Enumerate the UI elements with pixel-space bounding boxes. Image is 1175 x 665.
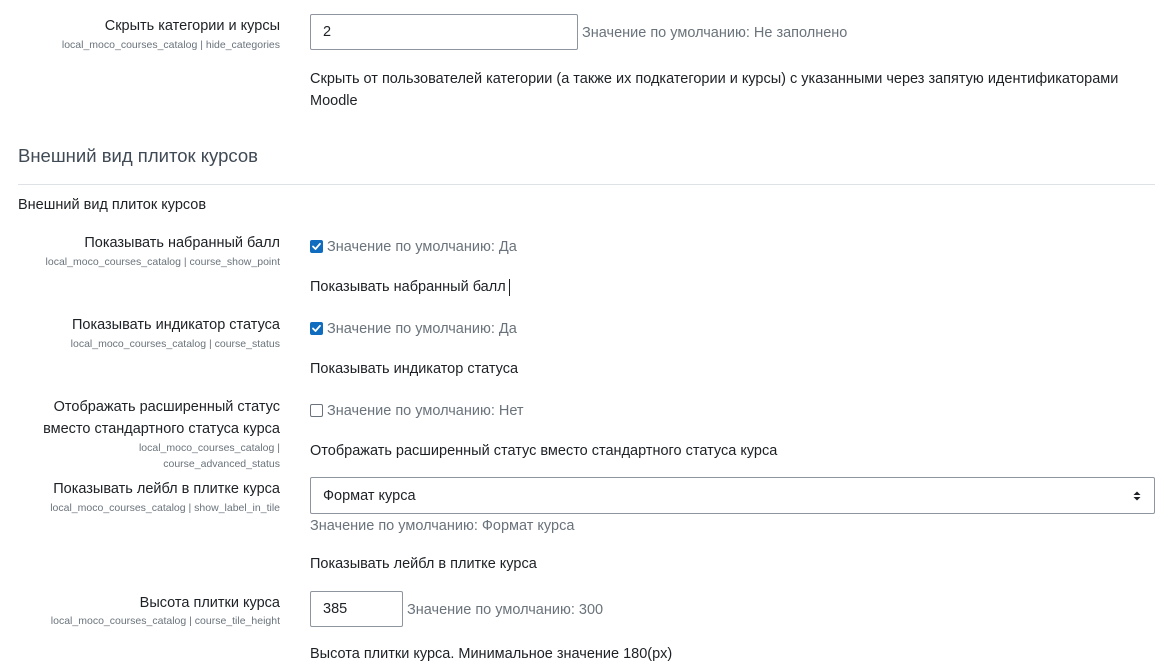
advanced-status-key-line1: local_moco_courses_catalog | [138,442,280,454]
tile-height-default: Значение по умолчанию: 300 [407,602,604,618]
course-status-description: Показывать индикатор статуса [310,361,519,377]
show-point-checkbox-icon[interactable] [310,240,323,253]
hide-categories-input[interactable]: 2 [310,14,578,50]
hide-categories-label: Скрыть категории и курсы [104,18,280,34]
hide-categories-description: Скрыть от пользователей категории (а так… [310,68,1170,112]
hide-categories-description-line1: Скрыть от пользователей категории (а так… [310,71,1119,87]
advanced-status-key-line2: course_advanced_status [163,458,280,470]
show-label-description: Показывать лейбл в плитке курса [310,556,537,572]
tile-height-label: Высота плитки курса [139,595,280,611]
advanced-status-key: local_moco_courses_catalog | course_adva… [18,440,280,472]
show-point-default: Значение по умолчанию: Да [327,239,517,255]
course-status-checkbox-icon[interactable] [310,322,323,335]
course-status-default: Значение по умолчанию: Да [327,321,517,337]
show-point-key: local_moco_courses_catalog | course_show… [45,256,280,268]
hide-categories-default: Значение по умолчанию: Не заполнено [582,25,848,41]
show-label-label: Показывать лейбл в плитке курса [53,481,280,497]
show-label-key: local_moco_courses_catalog | show_label_… [50,502,280,514]
course-status-label: Показывать индикатор статуса [71,317,280,333]
section-subtitle: Внешний вид плиток курсов [18,197,207,213]
show-point-label: Показывать набранный балл [84,235,280,251]
show-label-select[interactable]: Формат курса [310,477,1155,514]
advanced-status-description: Отображать расширенный статус вместо ста… [310,443,778,459]
section-title: Внешний вид плиток курсов [18,145,258,166]
tile-height-key: local_moco_courses_catalog | course_tile… [50,615,280,627]
course-status-key: local_moco_courses_catalog | course_stat… [70,338,280,350]
show-label-select-value: Формат курса [323,487,416,504]
advanced-status-label-line2: вместо стандартного статуса курса [43,421,280,437]
section-divider [18,184,1155,185]
advanced-status-label-line1: Отображать расширенный статус [53,399,280,415]
hide-categories-key: local_moco_courses_catalog | hide_catego… [61,39,280,51]
tile-height-description: Высота плитки курса. Минимальное значени… [310,646,673,662]
text-cursor [509,279,510,296]
show-label-default: Значение по умолчанию: Формат курса [310,518,575,534]
advanced-status-default: Значение по умолчанию: Нет [327,403,524,419]
tile-height-input[interactable]: 385 [310,591,403,627]
advanced-status-label: Отображать расширенный статус вместо ста… [18,396,280,440]
show-point-description: Показывать набранный балл [310,279,506,295]
hide-categories-description-line2: Moodle [310,93,358,109]
select-arrows-icon [1132,490,1142,502]
advanced-status-checkbox-icon[interactable] [310,404,323,417]
